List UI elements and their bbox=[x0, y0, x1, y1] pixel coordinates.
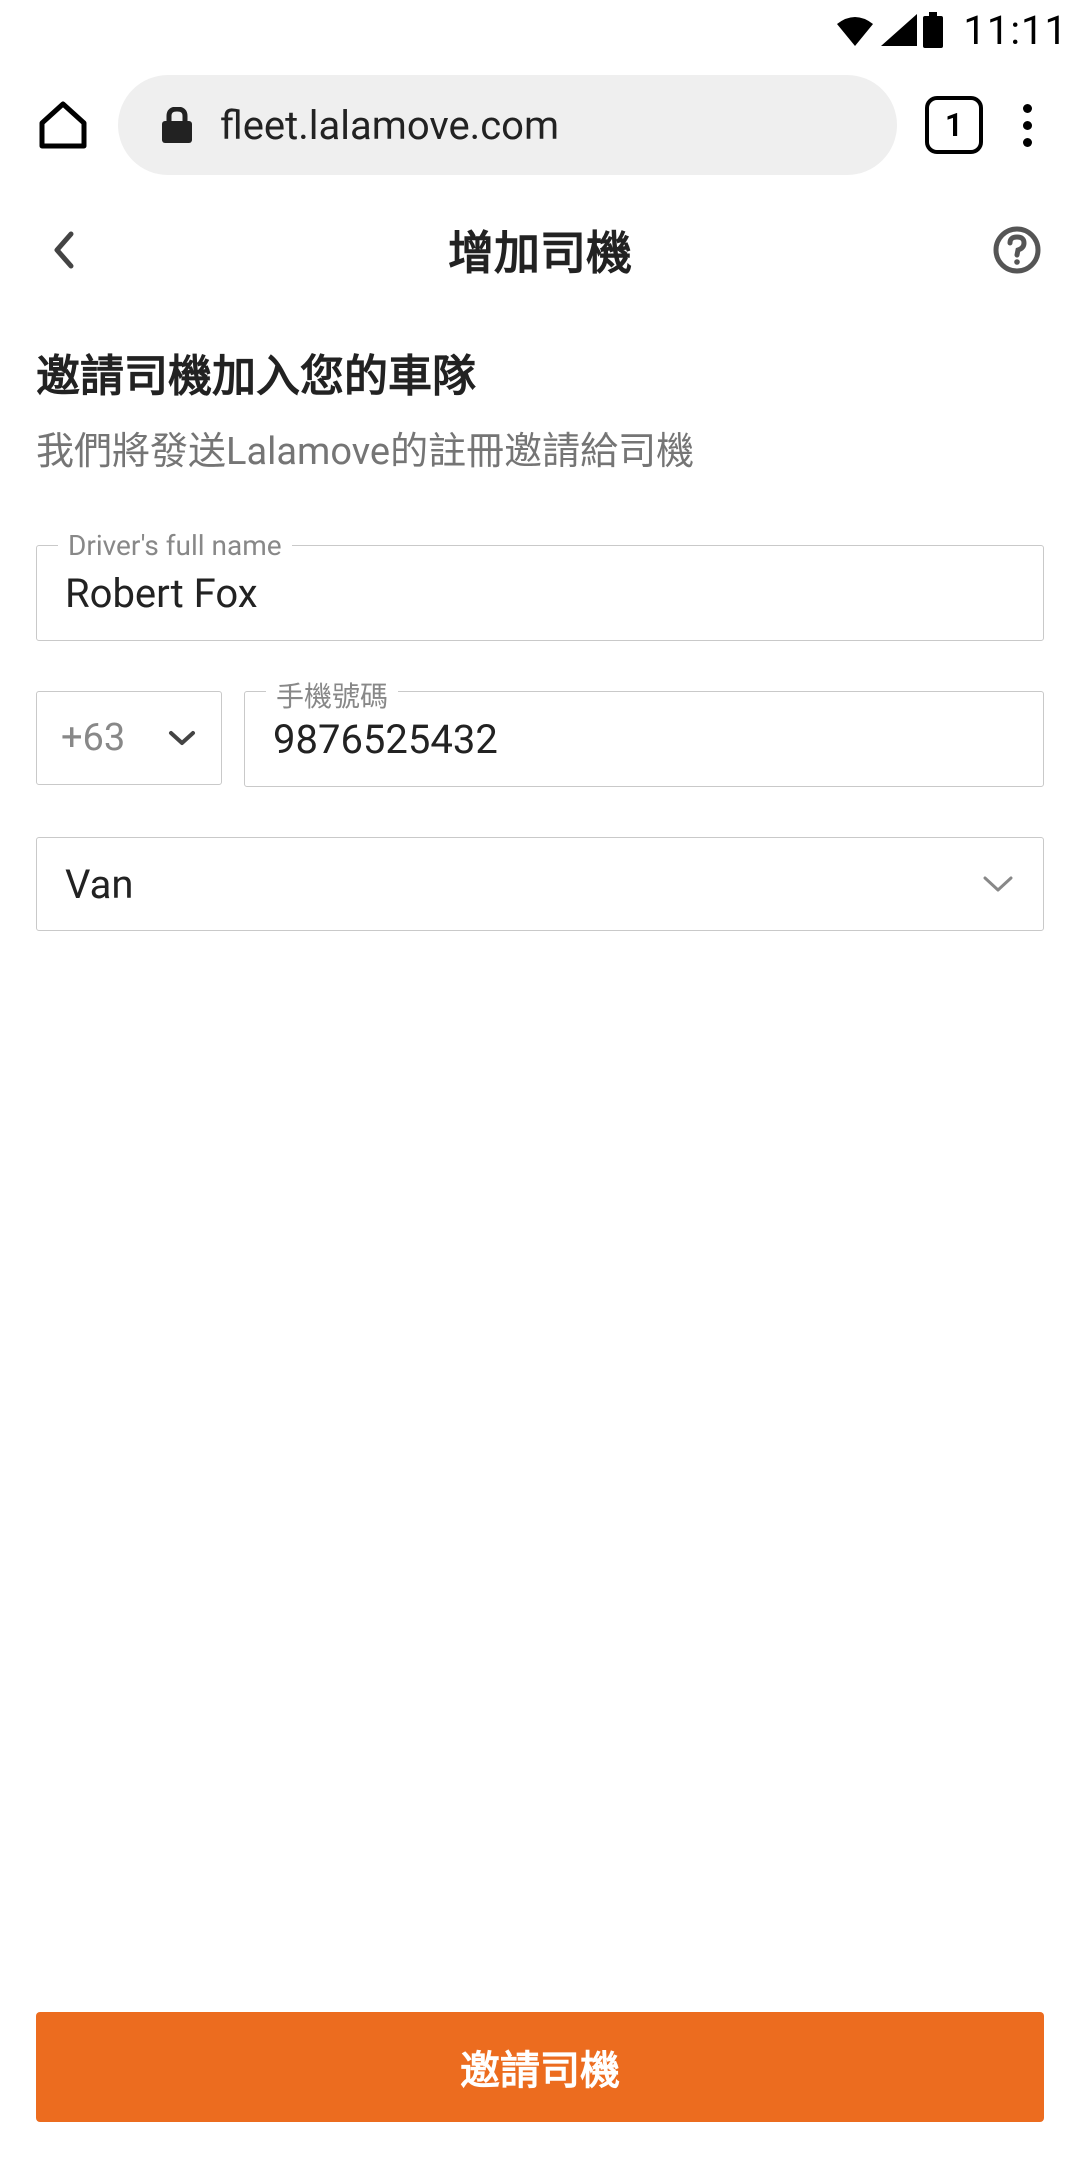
help-icon[interactable] bbox=[992, 225, 1042, 275]
vehicle-select-wrapper: Van bbox=[36, 837, 1044, 931]
page-title: 增加司機 bbox=[448, 217, 632, 283]
url-text: fleet.lalamove.com bbox=[220, 102, 559, 149]
submit-area: 邀請司機 bbox=[0, 2012, 1080, 2160]
status-icons bbox=[835, 12, 943, 48]
chevron-down-icon bbox=[981, 874, 1015, 894]
home-icon[interactable] bbox=[36, 98, 90, 152]
section-subheading: 我們將發送Lalamove的註冊邀請給司機 bbox=[36, 420, 1044, 475]
status-bar: 11:11 bbox=[0, 0, 1080, 60]
page-header: 增加司機 bbox=[0, 200, 1080, 300]
invite-driver-button[interactable]: 邀請司機 bbox=[36, 2012, 1044, 2122]
name-field-label: Driver's full name bbox=[58, 529, 292, 562]
signal-icon bbox=[881, 14, 917, 46]
phone-row: +63 手機號碼 bbox=[36, 691, 1044, 787]
section-heading: 邀請司機加入您的車隊 bbox=[36, 340, 1044, 404]
vehicle-value: Van bbox=[65, 861, 133, 908]
vehicle-select[interactable]: Van bbox=[36, 837, 1044, 931]
url-bar[interactable]: fleet.lalamove.com bbox=[118, 75, 897, 175]
country-code-select[interactable]: +63 bbox=[36, 691, 222, 785]
name-field-wrapper: Driver's full name bbox=[36, 545, 1044, 641]
battery-icon bbox=[923, 12, 943, 48]
more-menu-icon[interactable] bbox=[1011, 104, 1044, 147]
country-code-value: +63 bbox=[61, 716, 125, 760]
chevron-left-icon bbox=[51, 230, 75, 270]
status-time: 11:11 bbox=[963, 7, 1068, 54]
chevron-down-icon bbox=[167, 729, 197, 747]
tab-count-button[interactable]: 1 bbox=[925, 96, 983, 154]
back-button[interactable] bbox=[38, 225, 88, 275]
wifi-icon bbox=[835, 14, 875, 46]
phone-field-wrapper: 手機號碼 bbox=[244, 691, 1044, 787]
lock-icon bbox=[162, 107, 192, 143]
content: 邀請司機加入您的車隊 我們將發送Lalamove的註冊邀請給司機 Driver'… bbox=[0, 300, 1080, 2012]
phone-field-label: 手機號碼 bbox=[266, 675, 398, 715]
tab-count: 1 bbox=[945, 106, 963, 144]
browser-bar: fleet.lalamove.com 1 bbox=[0, 60, 1080, 190]
